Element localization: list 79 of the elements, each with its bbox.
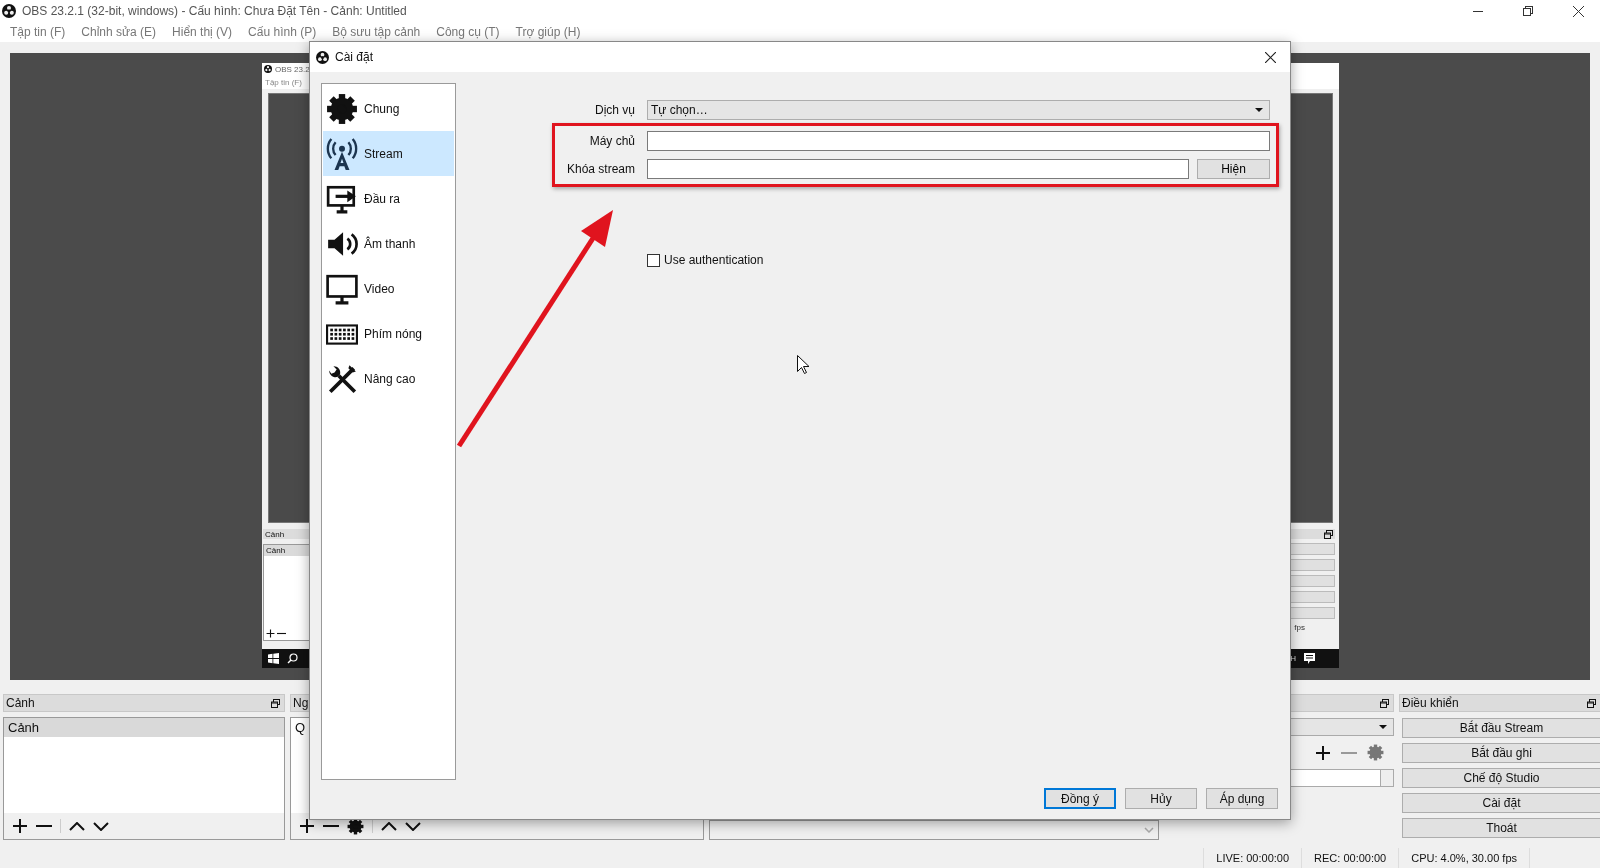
field-label: Dịch vụ — [594, 103, 635, 117]
antenna-icon — [326, 137, 358, 170]
category-item[interactable]: Đầu ra — [323, 176, 454, 221]
source-item[interactable]: Q — [295, 720, 306, 735]
float-dock-icon[interactable] — [1324, 529, 1333, 539]
search-icon — [287, 653, 298, 664]
menu-item[interactable]: Tập tin (F) — [2, 25, 74, 39]
category-item[interactable]: Chung — [323, 86, 454, 131]
window-title: OBS 23.2.1 (32-bit, windows) - Cấu hình: Chưa Đặt Tên - Cảnh: Untitled — [22, 4, 408, 18]
dock-title: Ng — [293, 696, 309, 710]
menu-item[interactable]: Chỉnh sửa (E) — [73, 25, 165, 39]
status-text: REC: 00:00:00 — [1301, 848, 1400, 868]
control-button[interactable]: Thoát — [1402, 818, 1600, 838]
dock-title: Cảnh — [6, 696, 35, 710]
float-dock-icon[interactable] — [1380, 698, 1389, 708]
category-item[interactable]: Nâng cao — [323, 356, 454, 401]
menu-item[interactable]: Bộ sưu tập cảnh — [324, 25, 429, 39]
control-button[interactable]: Cài đặt — [1402, 793, 1600, 813]
mouse-cursor-icon — [797, 355, 809, 374]
stream-key-field[interactable] — [647, 159, 1189, 179]
minimize-icon — [1473, 10, 1483, 12]
status-text: LIVE: 00:00:00 — [1203, 848, 1303, 868]
float-dock-icon[interactable] — [1587, 698, 1596, 708]
tray-text: H — [1290, 654, 1296, 663]
app-logo-icon — [264, 65, 272, 73]
app-logo-icon — [316, 50, 329, 64]
add-icon[interactable] — [266, 629, 275, 638]
category-item[interactable]: Phím nóng — [323, 311, 454, 356]
status-text: fps — [1294, 623, 1305, 632]
notification-icon — [1304, 653, 1315, 664]
control-button[interactable]: Chế độ Studio — [1402, 768, 1600, 788]
close-icon — [1572, 5, 1584, 17]
dialog-button[interactable]: Hủy — [1125, 788, 1197, 809]
menu-item[interactable]: Hiển thị (V) — [164, 25, 241, 39]
scene-item: Cảnh — [266, 546, 286, 555]
menu-item[interactable]: Cấu hình (P) — [240, 25, 325, 39]
show-button[interactable]: Hiện — [1197, 159, 1270, 179]
monitor-icon — [326, 272, 358, 305]
dialog-button[interactable]: Áp dụng — [1206, 788, 1278, 809]
dock-title: Cảnh — [265, 529, 285, 539]
menu-item[interactable]: Trợ giúp (H) — [507, 25, 589, 39]
control-button[interactable]: Bắt đầu ghi — [1402, 743, 1600, 763]
tools-icon — [326, 362, 358, 395]
checkbox[interactable] — [647, 253, 660, 267]
category-item[interactable]: Stream — [323, 131, 454, 176]
add-icon[interactable] — [299, 818, 315, 834]
move-down-icon[interactable] — [405, 821, 421, 831]
add-icon[interactable] — [1315, 744, 1331, 761]
move-down-icon[interactable] — [93, 821, 109, 831]
category-item[interactable]: Âm thanh — [323, 221, 454, 266]
remove-icon[interactable] — [323, 824, 339, 828]
field-label: Máy chủ — [588, 134, 635, 148]
restore-icon — [1523, 6, 1533, 16]
dropdown-caret-icon — [1255, 108, 1263, 112]
move-up-icon[interactable] — [381, 821, 397, 831]
dropdown-caret-icon — [1379, 725, 1387, 729]
scene-item[interactable]: Cảnh — [4, 718, 284, 737]
remove-icon[interactable] — [36, 824, 52, 828]
move-up-icon[interactable] — [69, 821, 85, 831]
float-dock-icon[interactable] — [271, 698, 280, 708]
status-text: CPU: 4.0%, 30.00 fps — [1398, 848, 1530, 868]
add-icon[interactable] — [12, 818, 28, 834]
checkbox-label: Use authentication — [664, 253, 764, 267]
control-button[interactable]: Bắt đầu Stream — [1402, 718, 1600, 738]
windows-icon — [268, 653, 279, 664]
menu-item[interactable]: Công cụ (T) — [428, 25, 508, 39]
dialog-button[interactable]: Đồng ý — [1044, 788, 1116, 809]
app-logo-icon — [2, 4, 16, 18]
server-field[interactable] — [647, 131, 1270, 151]
remove-icon — [1341, 750, 1357, 755]
settings-icon — [1367, 744, 1384, 761]
field-label: Khóa stream — [565, 162, 635, 176]
dock-title: Điều khiển — [1402, 696, 1459, 710]
category-item[interactable]: Video — [323, 266, 454, 311]
service-dropdown[interactable]: Tự chọn… — [647, 100, 1270, 120]
dialog-title: Cài đặt — [335, 50, 375, 64]
close-icon — [1264, 51, 1276, 63]
window-title: OBS 23.2 — [275, 64, 310, 74]
settings-icon — [326, 92, 358, 125]
